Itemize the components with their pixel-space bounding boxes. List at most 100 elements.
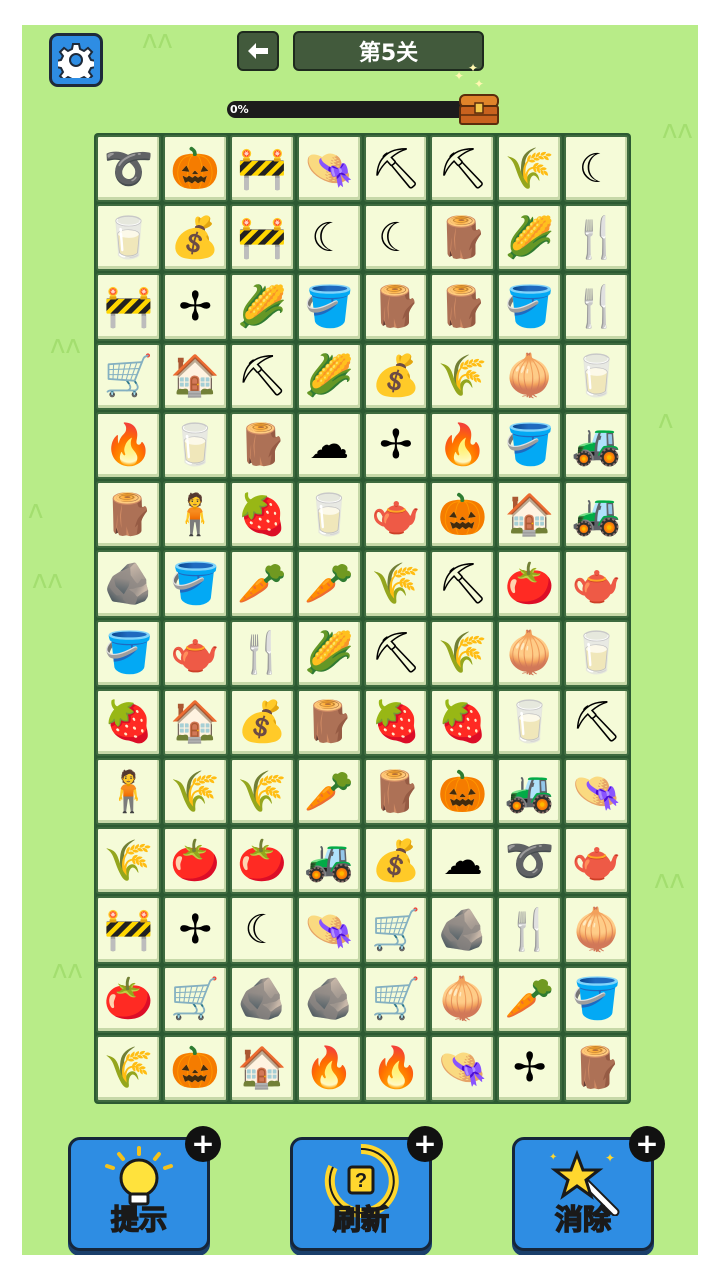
tile-corn[interactable]: 🌽 xyxy=(497,204,563,272)
tile-rock[interactable]: 🪨 xyxy=(296,965,362,1033)
tile-carrot[interactable]: 🥕 xyxy=(296,757,362,826)
tile-onion[interactable]: 🧅 xyxy=(497,619,563,687)
tile-bucket[interactable]: 🪣 xyxy=(96,619,161,687)
tile-tractor[interactable]: 🚜 xyxy=(564,481,629,549)
tile-watering-can[interactable]: 🫖 xyxy=(162,619,228,687)
tile-windmill[interactable]: ✢ xyxy=(497,1034,563,1102)
tile-fork[interactable]: 🍴 xyxy=(564,273,629,341)
tile-straw-hat[interactable]: 👒 xyxy=(296,135,362,203)
tile-logs[interactable]: 🪵 xyxy=(430,204,496,272)
tile-wheelbarrow[interactable]: 🛒 xyxy=(162,965,228,1033)
tile-carrot[interactable]: 🥕 xyxy=(229,550,295,618)
tile-strawberry[interactable]: 🍓 xyxy=(96,688,161,756)
tile-corn[interactable]: 🌽 xyxy=(296,619,362,687)
tile-sickle[interactable]: ☾ xyxy=(363,204,429,272)
tile-tractor[interactable]: 🚜 xyxy=(296,827,362,895)
tile-fence[interactable]: 🚧 xyxy=(229,204,295,272)
tile-fence[interactable]: 🚧 xyxy=(96,273,161,341)
tile-rock[interactable]: 🪨 xyxy=(229,965,295,1033)
tile-fork[interactable]: 🍴 xyxy=(564,204,629,272)
tile-milk[interactable]: 🥛 xyxy=(497,688,563,756)
tile-straw-hat[interactable]: 👒 xyxy=(564,757,629,826)
tile-wheat[interactable]: 🌾 xyxy=(96,1034,161,1102)
tile-windmill[interactable]: ✢ xyxy=(162,273,228,341)
back-button[interactable] xyxy=(237,31,279,71)
tile-seed-bag[interactable]: 💰 xyxy=(363,827,429,895)
tile-tractor[interactable]: 🚜 xyxy=(564,411,629,480)
tile-strawberry[interactable]: 🍓 xyxy=(363,688,429,756)
tile-rock[interactable]: 🪨 xyxy=(430,896,496,964)
tile-stump[interactable]: 🪵 xyxy=(430,273,496,341)
tile-strawberry[interactable]: 🍓 xyxy=(229,481,295,549)
tile-seed-bag[interactable]: 💰 xyxy=(363,342,429,410)
tile-rope[interactable]: ➰ xyxy=(497,827,563,895)
tile-milk[interactable]: 🥛 xyxy=(564,342,629,410)
tile-campfire[interactable]: 🔥 xyxy=(96,411,161,480)
tile-cotton[interactable]: ☁ xyxy=(296,411,362,480)
tile-campfire[interactable]: 🔥 xyxy=(296,1034,362,1102)
tile-windmill[interactable]: ✢ xyxy=(363,411,429,480)
tile-bucket[interactable]: 🪣 xyxy=(162,550,228,618)
tile-milk[interactable]: 🥛 xyxy=(96,204,161,272)
tile-carrot[interactable]: 🥕 xyxy=(497,965,563,1033)
tile-doghouse[interactable]: 🏠 xyxy=(497,481,563,549)
tile-pumpkin[interactable]: 🎃 xyxy=(162,1034,228,1102)
tile-tomato[interactable]: 🍅 xyxy=(497,550,563,618)
tile-windmill[interactable]: ✢ xyxy=(162,896,228,964)
tile-scarecrow[interactable]: 🧍 xyxy=(96,757,161,826)
tile-rock[interactable]: 🪨 xyxy=(96,550,161,618)
plus-icon[interactable]: + xyxy=(629,1126,665,1162)
tile-fork[interactable]: 🍴 xyxy=(229,619,295,687)
tile-logs[interactable]: 🪵 xyxy=(296,688,362,756)
plus-icon[interactable]: + xyxy=(407,1126,443,1162)
tile-sickle[interactable]: ☾ xyxy=(229,896,295,964)
tile-shovel[interactable]: ⛏ xyxy=(363,619,429,687)
tile-sickle[interactable]: ☾ xyxy=(296,204,362,272)
tile-haystack[interactable]: 🌾 xyxy=(430,619,496,687)
tile-shovel[interactable]: ⛏ xyxy=(229,342,295,410)
tile-campfire[interactable]: 🔥 xyxy=(430,411,496,480)
tile-pumpkin[interactable]: 🎃 xyxy=(162,135,228,203)
eliminate-button[interactable]: ✦ ✦ 消除 + xyxy=(512,1126,665,1251)
refresh-button[interactable]: ? 刷新 + xyxy=(290,1126,443,1251)
tile-stump[interactable]: 🪵 xyxy=(363,757,429,826)
tile-wheat[interactable]: 🌾 xyxy=(430,342,496,410)
tile-seed-bag[interactable]: 💰 xyxy=(162,204,228,272)
tile-wheelbarrow[interactable]: 🛒 xyxy=(363,965,429,1033)
tile-fence[interactable]: 🚧 xyxy=(229,135,295,203)
tile-haystack[interactable]: 🌾 xyxy=(96,827,161,895)
tile-doghouse[interactable]: 🏠 xyxy=(162,342,228,410)
tile-strawberry[interactable]: 🍓 xyxy=(430,688,496,756)
tile-onion[interactable]: 🧅 xyxy=(430,965,496,1033)
tile-tomato[interactable]: 🍅 xyxy=(229,827,295,895)
tile-straw-hat[interactable]: 👒 xyxy=(430,1034,496,1102)
tile-pumpkin[interactable]: 🎃 xyxy=(430,757,496,826)
tile-onion[interactable]: 🧅 xyxy=(564,896,629,964)
tile-stump[interactable]: 🪵 xyxy=(363,273,429,341)
tile-tomato[interactable]: 🍅 xyxy=(96,965,161,1033)
tile-seed-bag[interactable]: 💰 xyxy=(229,688,295,756)
tile-milk[interactable]: 🥛 xyxy=(564,619,629,687)
tile-fence[interactable]: 🚧 xyxy=(96,896,161,964)
tile-bucket[interactable]: 🪣 xyxy=(564,965,629,1033)
tile-stump[interactable]: 🪵 xyxy=(564,1034,629,1102)
tile-corn[interactable]: 🌽 xyxy=(296,342,362,410)
tile-tractor[interactable]: 🚜 xyxy=(497,757,563,826)
hint-button[interactable]: 提示 + xyxy=(68,1126,221,1251)
tile-watering-can[interactable]: 🫖 xyxy=(564,550,629,618)
tile-watering-can[interactable]: 🫖 xyxy=(363,481,429,549)
tile-rope[interactable]: ➰ xyxy=(96,135,161,203)
tile-doghouse[interactable]: 🏠 xyxy=(162,688,228,756)
tile-watering-can[interactable]: 🫖 xyxy=(564,827,629,895)
plus-icon[interactable]: + xyxy=(185,1126,221,1162)
tile-haystack[interactable]: 🌾 xyxy=(229,757,295,826)
tile-wheelbarrow[interactable]: 🛒 xyxy=(96,342,161,410)
tile-cotton[interactable]: ☁ xyxy=(430,827,496,895)
tile-bucket[interactable]: 🪣 xyxy=(497,273,563,341)
tile-scarecrow[interactable]: 🧍 xyxy=(162,481,228,549)
tile-logs[interactable]: 🪵 xyxy=(229,411,295,480)
tile-carrot[interactable]: 🥕 xyxy=(296,550,362,618)
tile-milk[interactable]: 🥛 xyxy=(296,481,362,549)
tile-wheelbarrow[interactable]: 🛒 xyxy=(363,896,429,964)
tile-campfire[interactable]: 🔥 xyxy=(363,1034,429,1102)
